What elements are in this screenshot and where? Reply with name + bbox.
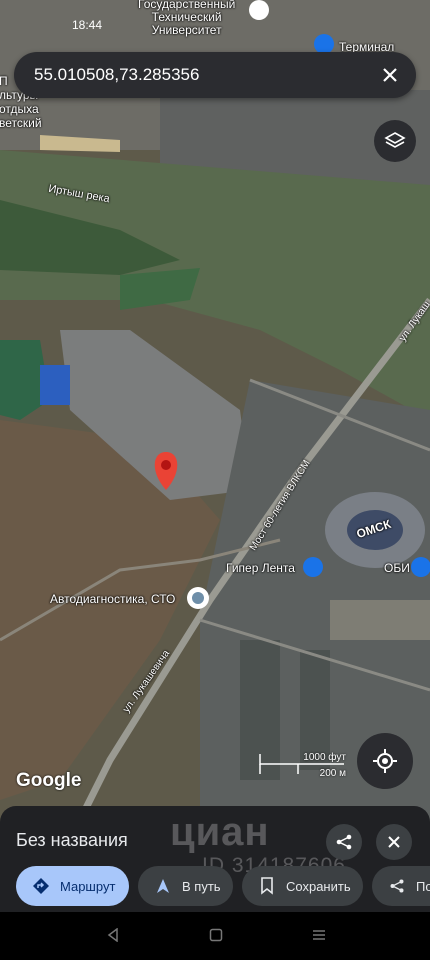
navigation-arrow-icon [152, 875, 174, 897]
route-label: Маршрут [60, 878, 116, 894]
system-nav-bar [0, 912, 430, 960]
map-label-university[interactable]: Государственный Технический Университет [138, 0, 235, 37]
route-button[interactable]: Маршрут [16, 866, 129, 906]
start-button[interactable]: В путь [138, 866, 233, 906]
map-label-autodiag[interactable]: Автодиагностика, СТО [50, 592, 175, 606]
search-input[interactable]: 55.010508,73.285356 [34, 65, 370, 85]
watermark-logo: циан [170, 810, 270, 854]
action-chips: Маршрут В путь Сохранить Под [16, 866, 430, 908]
share-button[interactable] [326, 824, 362, 860]
map-label-obi[interactable]: ОБИ [384, 561, 410, 575]
scale-metric: 200 м [319, 768, 346, 779]
status-bar-time: 18:44 [72, 18, 103, 32]
recents-icon[interactable] [312, 928, 326, 942]
map-label-giper-lenta[interactable]: Гипер Лента [226, 561, 295, 575]
close-sheet-button[interactable] [376, 824, 412, 860]
bookmark-icon [256, 875, 278, 897]
google-logo: Google [16, 770, 82, 791]
close-icon [383, 68, 397, 82]
home-icon[interactable] [209, 928, 223, 942]
save-button[interactable]: Сохранить [242, 866, 363, 906]
place-title: Без названия [16, 830, 128, 850]
close-icon [388, 836, 400, 848]
share-icon [336, 834, 352, 850]
share-icon [386, 875, 408, 897]
layers-icon [384, 132, 406, 148]
start-label: В путь [182, 878, 221, 894]
crosshair-icon [373, 749, 397, 773]
scale-imperial: 1000 фут [303, 752, 346, 763]
back-icon[interactable] [106, 928, 120, 942]
directions-icon [30, 875, 52, 897]
my-location-button[interactable] [357, 733, 413, 789]
scale-bar: 1000 фут 200 м [258, 752, 346, 779]
share-label: Под [416, 878, 430, 894]
save-label: Сохранить [286, 878, 351, 894]
share-chip-button[interactable]: Под [372, 866, 430, 906]
layers-button[interactable] [374, 120, 416, 162]
clear-search-button[interactable] [370, 55, 410, 95]
search-bar[interactable]: 55.010508,73.285356 [14, 52, 416, 98]
